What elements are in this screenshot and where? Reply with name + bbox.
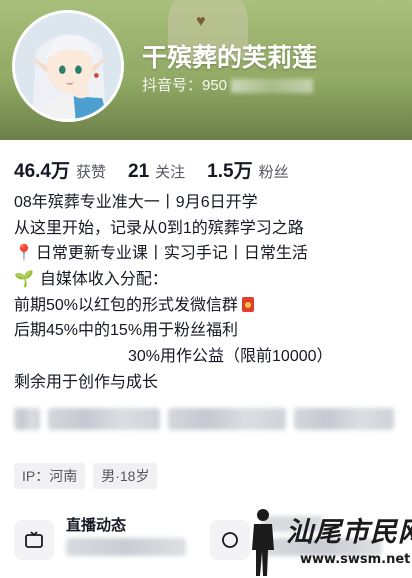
bio-line: 后期45%中的15%用于粉丝福利 bbox=[14, 322, 239, 340]
redacted-block bbox=[48, 408, 160, 430]
tag-ip-location: IP：河南 bbox=[14, 463, 86, 489]
heart-icon: ♥ bbox=[196, 13, 206, 30]
tv-icon bbox=[25, 531, 43, 548]
profile-tags: IP：河南 男·18岁 bbox=[14, 463, 165, 489]
bio-line-text: 日常更新专业课丨实习手记丨日常生活 bbox=[35, 245, 308, 263]
bio-line-text: 自媒体收入分配： bbox=[39, 271, 168, 289]
watermark-url: www.swsm.net bbox=[300, 552, 411, 567]
stat-likes-label: 获赞 bbox=[75, 164, 106, 181]
stat-following[interactable]: 21 关注 bbox=[128, 161, 185, 183]
redacted-block bbox=[294, 408, 394, 430]
tag-gender-age: 男·18岁 bbox=[93, 463, 158, 489]
live-icon-box bbox=[14, 520, 54, 560]
redacted-block bbox=[14, 408, 40, 430]
bio-line: 剩余用于创作与成长 bbox=[14, 373, 159, 391]
sprout-icon: 🌱 bbox=[14, 271, 34, 289]
live-updates-subtitle-redacted bbox=[66, 538, 186, 556]
stat-likes: 46.4万 获赞 bbox=[14, 156, 106, 183]
watermark-text: 汕尾市民网 bbox=[286, 517, 412, 548]
redacted-link-row bbox=[14, 405, 406, 433]
stat-followers-label: 粉丝 bbox=[258, 164, 289, 181]
bio-line-text: 前期50%以红包的形式发微信群 bbox=[14, 296, 239, 314]
profile-stats: 46.4万 获赞 21 关注 1.5万 粉丝 bbox=[14, 156, 311, 183]
stat-following-value: 21 bbox=[128, 161, 150, 182]
bio-line: 前期50%以红包的形式发微信群 bbox=[14, 293, 406, 319]
red-envelope-icon bbox=[242, 296, 255, 312]
profile-bio: 08年殡葬专业准大一丨9月6日开学 从这里开始，记录从0到1的殡葬学习之路 📍 日… bbox=[14, 190, 406, 396]
profile-nickname: 干殡葬的芙莉莲 bbox=[142, 44, 318, 72]
site-watermark: 汕尾市民网 www.swsm.net bbox=[240, 506, 412, 578]
bio-line: 从这里开始，记录从0到1的殡葬学习之路 bbox=[14, 219, 304, 237]
redacted-block bbox=[168, 408, 286, 430]
live-updates-entry[interactable]: 直播动态 bbox=[14, 508, 194, 568]
circle-icon bbox=[222, 532, 238, 548]
pin-icon: 📍 bbox=[14, 245, 34, 263]
douyin-id[interactable]: 抖音号：950 bbox=[142, 74, 314, 95]
bio-line: 08年殡葬专业准大一丨9月6日开学 bbox=[14, 194, 258, 211]
watermark-figure-icon bbox=[252, 509, 274, 576]
douyin-id-redacted bbox=[231, 79, 314, 94]
stat-followers[interactable]: 1.5万 粉丝 bbox=[207, 156, 288, 183]
avatar[interactable] bbox=[12, 10, 124, 122]
bio-line: 🌱 自媒体收入分配： bbox=[14, 267, 406, 293]
stat-likes-value: 46.4万 bbox=[14, 161, 70, 182]
bio-line: 30%用作公益（限前10000） bbox=[128, 348, 333, 366]
live-updates-title: 直播动态 bbox=[66, 517, 127, 534]
stat-followers-value: 1.5万 bbox=[207, 161, 253, 182]
avatar-illustration bbox=[15, 13, 121, 119]
stat-following-label: 关注 bbox=[155, 164, 186, 181]
douyin-id-label: 抖音号：950 bbox=[142, 77, 228, 94]
bio-line: 📍 日常更新专业课丨实习手记丨日常生活 bbox=[14, 241, 406, 267]
